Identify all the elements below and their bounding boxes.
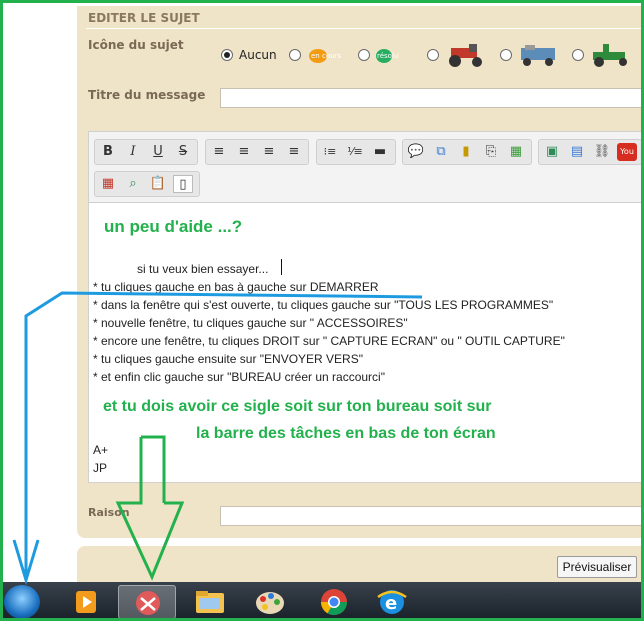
text-cursor [281,259,282,275]
folder-icon [196,591,224,613]
editor-line-3: * dans la fenêtre qui s'est ouverte, tu … [93,298,554,312]
code-icon[interactable]: ⧉ [431,143,451,161]
green-machine-icon [589,42,635,68]
section-title: EDITER LE SUJET [88,11,200,25]
annotation-line-2: la barre des tâches en bas de ton écran [196,425,496,442]
link-icon[interactable]: ⛓ [592,143,612,161]
resolu-icon: résolu [374,44,410,64]
icon-label: Icône du sujet [88,38,184,52]
bold-button[interactable]: B [98,143,118,161]
snipping-tool-icon [136,591,160,615]
media-player-icon [76,591,96,613]
raison-input[interactable] [220,506,642,526]
editor-line-6: * tu cliques gauche ensuite sur "ENVOYER… [93,352,363,366]
chrome-icon [320,589,348,616]
source-icon[interactable]: ▯ [173,175,193,193]
red-tractor-icon [445,42,489,68]
radio-machine-blue[interactable] [500,49,512,61]
misc-group: ▦ ⌕ 📋 ▯ [94,171,200,197]
editor-line-7: * et enfin clic gauche sur "BUREAU créer… [93,370,385,384]
table-icon[interactable]: ▦ [506,143,526,161]
raison-label: Raison [88,506,130,519]
sign-line-2: JP [93,461,108,475]
radio-tractor-red[interactable] [427,49,439,61]
underline-button[interactable]: U [148,143,168,161]
hide-icon[interactable]: ⎘ [481,143,501,161]
paint-icon [256,592,284,614]
search-icon[interactable]: ⌕ [123,175,143,193]
taskbar-explorer[interactable] [186,585,234,619]
align-left-icon[interactable]: ≡ [209,143,229,161]
strike-button[interactable]: S [173,143,193,161]
radio-none-label: Aucun [239,48,277,62]
svg-text:e: e [385,593,397,614]
insert-group: 💬 ⧉ ▮ ⎘ ▦ [402,139,532,165]
youtube-icon[interactable]: You [617,143,637,161]
align-right-icon[interactable]: ≡ [259,143,279,161]
en-cours-icon: en cours [307,44,347,64]
title-label: Titre du message [88,88,206,102]
taskbar-chrome[interactable] [310,585,358,619]
italic-button[interactable]: I [123,143,143,161]
title-divider [86,28,642,29]
editor-line-4: * nouvelle fenêtre, tu cliques gauche su… [93,316,408,330]
align-center-icon[interactable]: ≡ [234,143,254,161]
radio-en-cours[interactable] [289,49,301,61]
editor-line-1: si tu veux bien essayer... [137,262,269,276]
internet-explorer-icon: e [377,590,407,614]
align-justify-icon[interactable]: ≡ [284,143,304,161]
host-image-icon[interactable]: ▤ [567,143,587,161]
title-input[interactable] [220,88,642,108]
start-button[interactable] [4,585,40,619]
editor-line-2: * tu cliques gauche en bas à gauche sur … [93,280,379,294]
date-icon[interactable]: ▦ [98,175,118,193]
resolu-text: résolu [377,52,398,60]
taskbar-media-player[interactable] [62,585,110,619]
en-cours-text: en cours [311,52,341,60]
sign-line-1: A+ [93,443,109,457]
annotation-line-1: et tu dois avoir ce sigle soit sur ton b… [103,398,492,415]
media-group: ▣ ▤ ⛓ You [538,139,642,165]
paste-icon[interactable]: 📋 [148,175,168,193]
align-group: ≡ ≡ ≡ ≡ [205,139,309,165]
bullet-list-icon[interactable]: ⁝≡ [320,143,340,161]
image-icon[interactable]: ▣ [542,143,562,161]
editor-heading: un peu d'aide ...? [104,217,243,236]
radio-machine-green[interactable] [572,49,584,61]
horizontal-rule-icon[interactable]: ▬ [370,143,390,161]
radio-resolu[interactable] [358,49,370,61]
spoiler-icon[interactable]: ▮ [456,143,476,161]
format-group: B I U S [94,139,198,165]
editor-line-5: * encore une fenêtre, tu cliques DROIT s… [93,334,565,348]
preview-button[interactable]: Prévisualiser [557,556,637,578]
radio-none[interactable] [221,49,233,61]
list-group: ⁝≡ ⅟≡ ▬ [316,139,396,165]
taskbar-paint[interactable] [246,585,294,619]
blue-machine-icon [517,42,561,68]
taskbar-internet-explorer[interactable]: e [368,585,416,619]
numbered-list-icon[interactable]: ⅟≡ [345,143,365,161]
taskbar-snipping-tool[interactable] [118,585,176,619]
quote-icon[interactable]: 💬 [406,143,426,161]
